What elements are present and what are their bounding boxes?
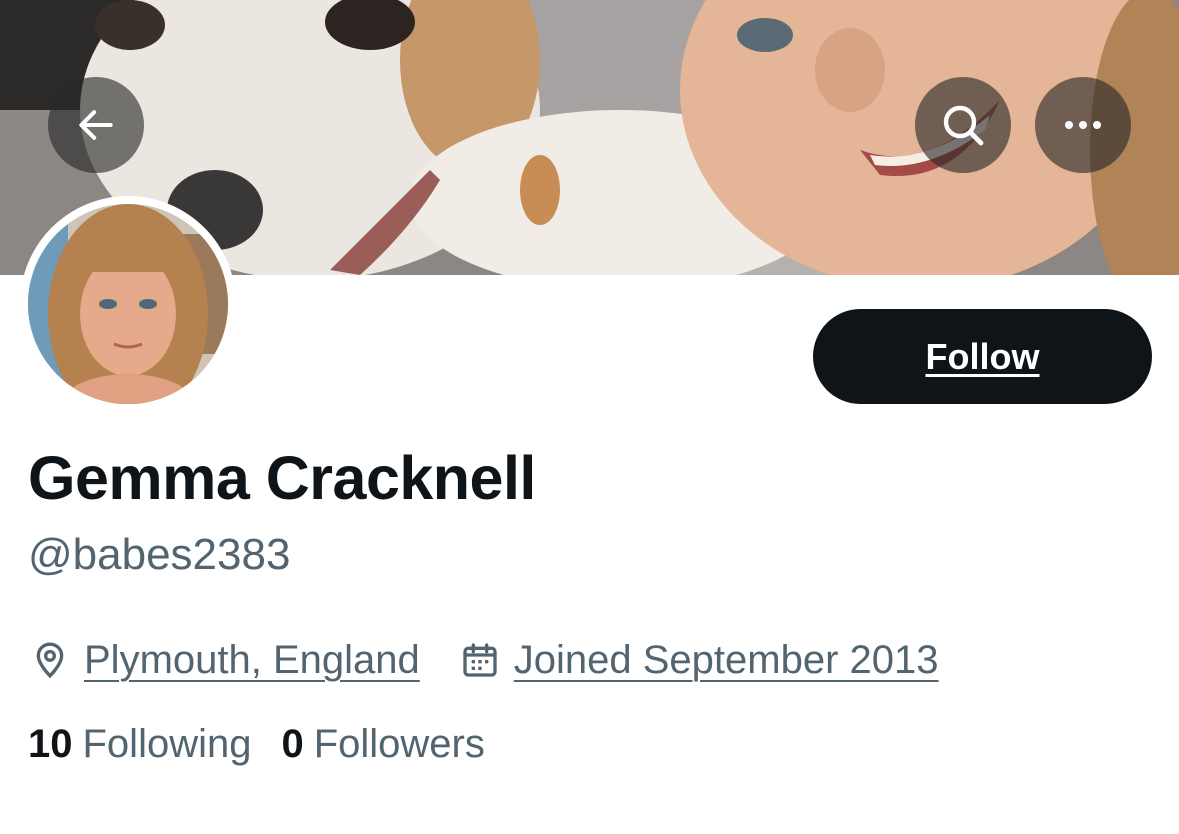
followers-label: Followers — [313, 722, 485, 766]
joined-date[interactable]: Joined September 2013 — [514, 638, 939, 683]
profile-meta: Plymouth, England Joined September 2013 — [30, 630, 979, 690]
location-link[interactable]: Plymouth, England — [84, 638, 420, 683]
followers-stat[interactable]: 0 Followers — [281, 722, 484, 767]
location-pin-icon — [36, 642, 64, 679]
display-name: Gemma Cracknell — [28, 444, 536, 512]
joined-item: Joined September 2013 — [460, 638, 939, 683]
more-button[interactable] — [1035, 77, 1131, 173]
followers-count: 0 — [281, 722, 304, 766]
calendar-icon — [463, 643, 497, 677]
following-stat[interactable]: 10 Following — [28, 722, 251, 767]
more-horizontal-icon — [1065, 121, 1101, 129]
follow-button[interactable]: Follow — [813, 309, 1152, 404]
back-button[interactable] — [48, 77, 144, 173]
following-count: 10 — [28, 722, 73, 766]
avatar-photo — [28, 204, 228, 404]
search-icon — [943, 105, 984, 146]
search-button[interactable] — [915, 77, 1011, 173]
avatar[interactable] — [20, 196, 236, 412]
following-label: Following — [82, 722, 252, 766]
username-handle: @babes2383 — [28, 530, 291, 579]
follow-stats: 10 Following 0 Followers — [28, 722, 515, 767]
arrow-left-icon — [79, 110, 113, 140]
location-item: Plymouth, England — [30, 638, 420, 683]
